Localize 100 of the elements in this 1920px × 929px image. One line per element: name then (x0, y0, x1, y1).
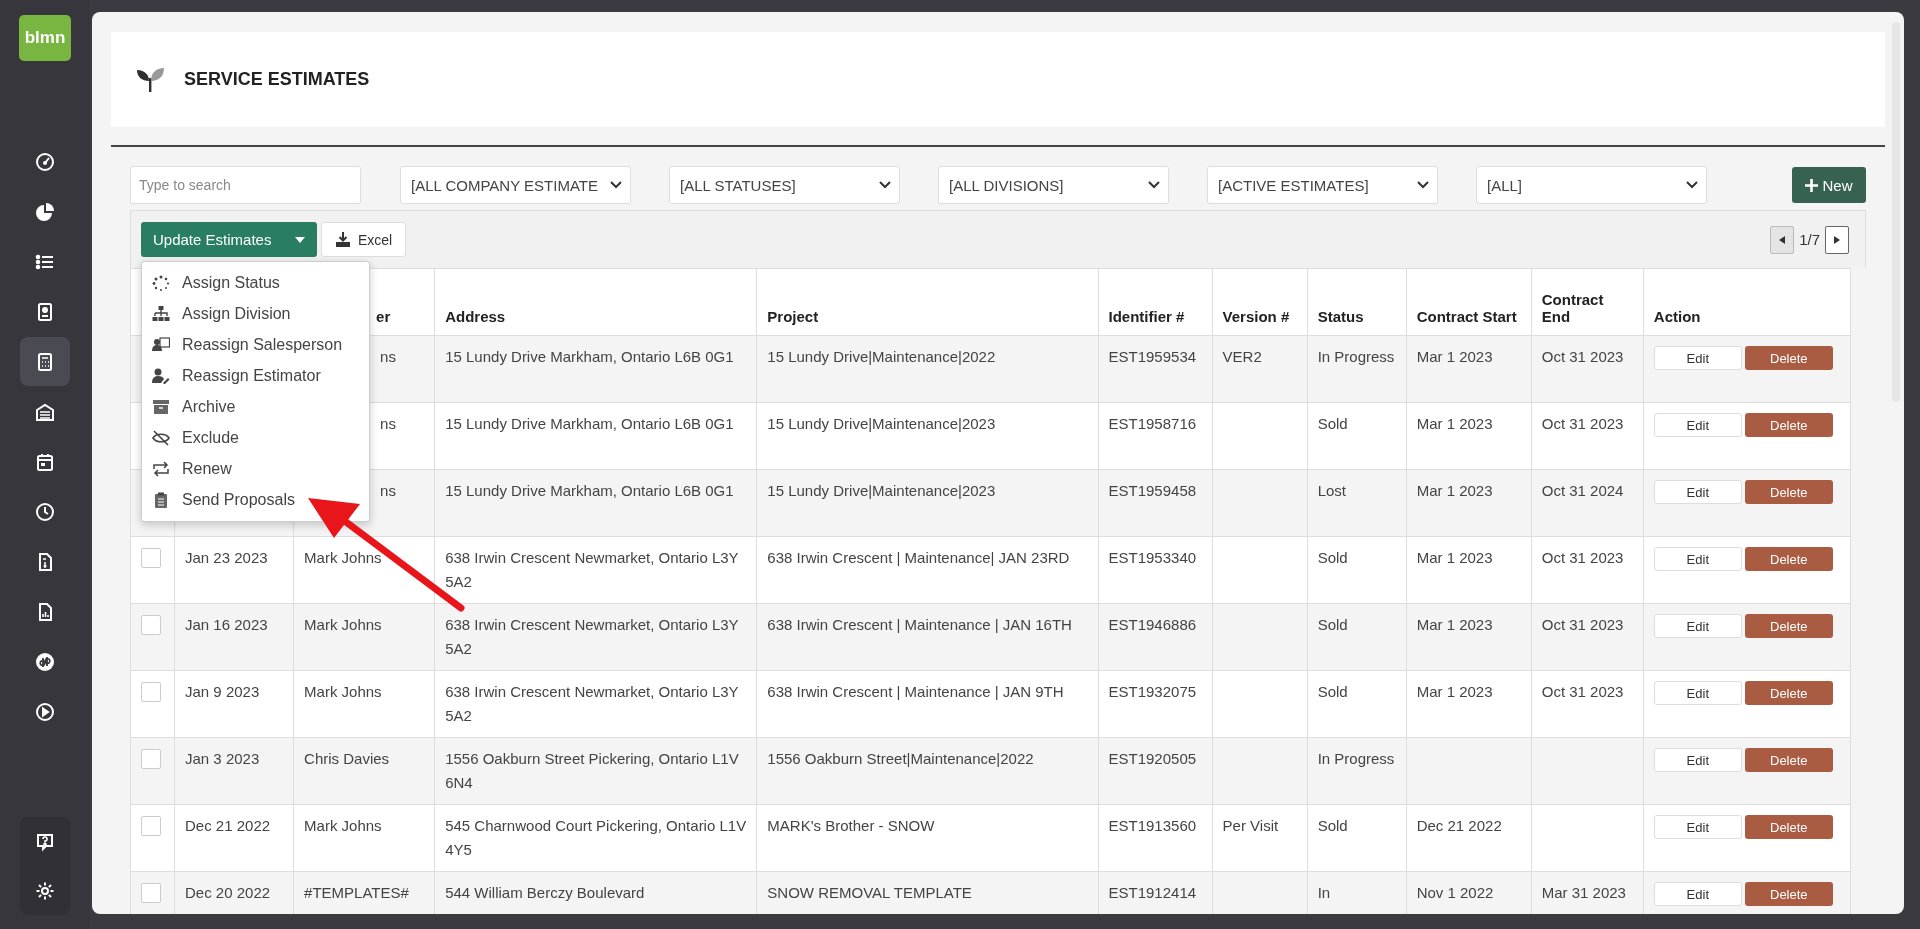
table-cell: EST1912414 (1108, 884, 1197, 901)
delete-button[interactable]: Delete (1744, 547, 1833, 571)
calculator-icon (35, 351, 55, 372)
table-cell: Jan 16 2023 (185, 616, 268, 633)
table-cell: Mar 1 2023 (1416, 415, 1493, 432)
previous-page-button[interactable] (1770, 225, 1795, 254)
edit-button[interactable]: Edit (1653, 815, 1742, 839)
column-header: Action (1643, 268, 1851, 336)
edit-button[interactable]: Edit (1653, 480, 1742, 504)
settings-icon (35, 880, 55, 901)
excel-button[interactable]: Excel (321, 222, 406, 257)
table-cell: EST1946886 (1108, 616, 1197, 633)
delete-button[interactable]: Delete (1744, 681, 1833, 705)
filter-select[interactable]: [ALL STATUSES] (669, 166, 900, 204)
table-cell: Oct 31 2023 (1541, 415, 1624, 432)
table-cell: 15 Lundy Drive|Maintenance|2023 (767, 415, 996, 432)
table-cell: Sold (1317, 817, 1348, 834)
delete-button[interactable]: Delete (1744, 815, 1833, 839)
table-cell: EST1959458 (1108, 482, 1197, 499)
update-estimates-button[interactable]: Update Estimates (141, 222, 317, 257)
table-cell: Per Visit (1222, 817, 1279, 834)
table-cell: Dec 21 2022 (1416, 817, 1502, 834)
row-checkbox[interactable] (141, 682, 161, 702)
row-checkbox[interactable] (141, 883, 161, 903)
table-cell: Mark Johns (304, 817, 382, 834)
menu-item[interactable]: Exclude (142, 422, 369, 453)
page-indicator: 1/7 (1799, 231, 1820, 248)
edit-button[interactable]: Edit (1653, 748, 1742, 772)
table-cell: 15 Lundy Drive Markham, Ontario L6B 0G1 (445, 415, 734, 432)
delete-button[interactable]: Delete (1744, 413, 1833, 437)
search-field[interactable]: Type to search (130, 166, 361, 204)
caret-icon (295, 236, 305, 243)
row-checkbox[interactable] (141, 749, 161, 769)
table-cell: 638 Irwin Crescent Newmarket, Ontario L3Y 5A2 (445, 683, 739, 724)
table-cell: MARK's Brother - SNOW (767, 817, 935, 834)
table-cell: Chris Davies (304, 750, 390, 767)
table-cell: EST1958716 (1108, 415, 1197, 432)
edit-button[interactable]: Edit (1653, 346, 1742, 370)
edit-button[interactable]: Edit (1653, 681, 1742, 705)
column-header: Address (434, 268, 757, 336)
filter-select[interactable]: [ALL] (1476, 166, 1707, 204)
row-checkbox[interactable] (141, 816, 161, 836)
edit-button[interactable]: Edit (1653, 614, 1742, 638)
delete-button[interactable]: Delete (1744, 614, 1833, 638)
sprout-icon (137, 67, 164, 92)
edit-button[interactable]: Edit (1653, 882, 1742, 906)
new-button[interactable]: New (1792, 167, 1866, 203)
table-cell: Mar 1 2023 (1416, 683, 1493, 700)
table-cell: 544 William Berczy Boulevard (445, 884, 645, 901)
filter-select[interactable]: [ALL DIVISIONS] (938, 166, 1169, 204)
help-icon (35, 831, 55, 852)
table-cell: Mar 1 2023 (1416, 549, 1493, 566)
table-cell: EST1959534 (1108, 348, 1197, 365)
table-cell: 15 Lundy Drive|Maintenance|2022 (767, 348, 996, 365)
table-cell: SNOW REMOVAL TEMPLATE (767, 884, 972, 901)
table-cell: 15 Lundy Drive Markham, Ontario L6B 0G1 (445, 482, 734, 499)
spinner-icon (152, 274, 170, 291)
delete-button[interactable]: Delete (1744, 748, 1833, 772)
userpen-icon (152, 367, 170, 384)
menu-item[interactable]: Archive (142, 391, 369, 422)
next-page-button[interactable] (1825, 225, 1849, 254)
garage-icon (35, 401, 55, 422)
table-cell: Dec 20 2022 (185, 884, 271, 901)
eyeslash-icon (152, 429, 170, 446)
table-cell: 638 Irwin Crescent | Maintenance| JAN 23RD (767, 549, 1070, 566)
table-cell: Jan 23 2023 (185, 549, 268, 566)
calculator-nav-item[interactable] (20, 337, 70, 386)
gauge-icon (35, 151, 55, 172)
column-header: Version # (1212, 268, 1308, 336)
table-cell: Jan 9 2023 (185, 683, 260, 700)
table-cell: 638 Irwin Crescent Newmarket, Ontario L3Y 5A2 (445, 616, 739, 657)
row-checkbox[interactable] (141, 615, 161, 635)
play-icon (35, 701, 55, 722)
delete-button[interactable]: Delete (1744, 480, 1833, 504)
menu-item[interactable]: Renew (142, 453, 369, 484)
table-cell: Nov 1 2022 (1416, 884, 1494, 901)
table-cell: Mark Johns (304, 616, 382, 633)
table-cell: In Progress (1317, 348, 1395, 365)
filter-select[interactable]: [ALL COMPANY ESTIMATE (400, 166, 631, 204)
table-cell: Jan 3 2023 (185, 750, 260, 767)
table-cell: Dec 21 2022 (185, 817, 271, 834)
column-header: Contract Start (1406, 268, 1532, 336)
table-cell: EST1932075 (1108, 683, 1197, 700)
table-cell: VER2 (1222, 348, 1262, 365)
sitemap-icon (152, 305, 170, 322)
row-checkbox[interactable] (141, 548, 161, 568)
table-cell-text: ns (379, 415, 396, 432)
table-cell: Mar 31 2023 (1541, 884, 1626, 901)
edit-button[interactable]: Edit (1653, 413, 1742, 437)
menu-item[interactable]: Send Proposals (142, 484, 369, 515)
table-cell: Lost (1317, 482, 1346, 499)
menu-item[interactable]: Reassign Estimator (142, 360, 369, 391)
delete-button[interactable]: Delete (1744, 346, 1833, 370)
delete-button[interactable]: Delete (1744, 882, 1833, 906)
table-cell: EST1920505 (1108, 750, 1197, 767)
table-cell: Oct 31 2024 (1541, 482, 1624, 499)
edit-button[interactable]: Edit (1653, 547, 1742, 571)
table-cell: 545 Charnwood Court Pickering, Ontario L1V 4Y5 (445, 817, 747, 858)
right-triangle-icon (1834, 235, 1840, 244)
filter-select[interactable]: [ACTIVE ESTIMATES] (1207, 166, 1438, 204)
